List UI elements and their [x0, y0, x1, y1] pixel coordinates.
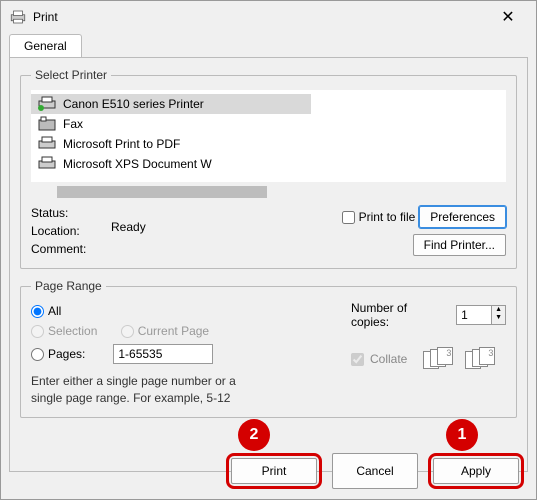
print-to-file-label[interactable]: Print to file [342, 210, 416, 224]
fax-icon [37, 116, 59, 132]
radio-all-label: All [48, 304, 61, 318]
collate-row: Collate 123 123 [351, 347, 506, 371]
titlebar: Print ✕ [1, 1, 536, 33]
callout-1: 1 [446, 419, 478, 451]
highlight-apply: Apply [428, 453, 524, 489]
preferences-button[interactable]: Preferences [419, 206, 506, 228]
printer-label: Fax [63, 117, 83, 131]
print-to-file-row: Print to file Preferences [342, 206, 506, 228]
printer-item-xps[interactable]: Microsoft XPS Document W [31, 154, 311, 174]
location-label: Location: [31, 222, 111, 240]
radio-current-page-input [121, 325, 134, 338]
status-labels: Status: Location: Comment: [31, 204, 111, 258]
printer-icon [37, 136, 59, 152]
print-to-file-text: Print to file [359, 210, 416, 224]
printer-item-pdf[interactable]: Microsoft Print to PDF [31, 134, 311, 154]
status-right: Print to file Preferences Find Printer..… [342, 206, 506, 256]
radio-selection-input [31, 325, 44, 338]
print-button[interactable]: Print [231, 458, 317, 484]
tab-general[interactable]: General [9, 34, 82, 58]
radio-current-page-label: Current Page [138, 324, 209, 338]
select-printer-legend: Select Printer [31, 68, 111, 82]
page-range-left: All Selection Current Page Pages: [31, 301, 341, 407]
page-range-hint: Enter either a single page number or a s… [31, 373, 251, 407]
spinner-up[interactable]: ▲ [492, 306, 505, 314]
page-range-legend: Page Range [31, 279, 106, 293]
find-printer-button[interactable]: Find Printer... [413, 234, 506, 256]
scrollbar-thumb[interactable] [57, 186, 267, 198]
print-to-file-checkbox[interactable] [342, 211, 355, 224]
highlight-print: Print [226, 453, 322, 489]
copies-spinner[interactable]: ▲ ▼ [456, 305, 506, 325]
printer-label: Microsoft Print to PDF [63, 137, 180, 151]
status-label: Status: [31, 204, 111, 222]
comment-label: Comment: [31, 240, 111, 258]
radio-all[interactable]: All [31, 301, 341, 321]
callout-2: 2 [238, 419, 270, 451]
status-values: Ready [111, 218, 211, 244]
window-title: Print [33, 10, 488, 24]
radio-selection-label: Selection [48, 324, 97, 338]
page-range-group: Page Range All Selection Current Page [20, 279, 517, 418]
copies-area: Number of copies: ▲ ▼ Collate 123 [341, 301, 506, 407]
printer-list-scrollbar[interactable] [31, 186, 506, 198]
printer-icon [37, 156, 59, 172]
cancel-button[interactable]: Cancel [332, 453, 418, 489]
general-panel: Select Printer Canon E510 series Printer… [9, 57, 528, 472]
select-printer-group: Select Printer Canon E510 series Printer… [20, 68, 517, 269]
radio-all-input[interactable] [31, 305, 44, 318]
spinner-arrows: ▲ ▼ [492, 305, 506, 325]
radio-pages[interactable]: Pages: [31, 341, 341, 367]
radio-current-page: Current Page [121, 321, 209, 341]
printer-item-canon[interactable]: Canon E510 series Printer [31, 94, 311, 114]
collate-checkbox [351, 353, 364, 366]
apply-button[interactable]: Apply [433, 458, 519, 484]
printer-icon [37, 96, 59, 112]
copies-label: Number of copies: [351, 301, 448, 329]
radio-selection: Selection [31, 321, 97, 341]
radio-pages-label: Pages: [48, 347, 85, 361]
printer-list[interactable]: Canon E510 series Printer Fax Microsoft … [31, 90, 506, 182]
spinner-down[interactable]: ▼ [492, 314, 505, 322]
status-value: Ready [111, 218, 211, 236]
tab-strip: General [1, 33, 536, 57]
status-row: Status: Location: Comment: Ready Print t… [31, 204, 506, 258]
printer-label: Canon E510 series Printer [63, 97, 204, 111]
comment-value [111, 240, 211, 244]
printer-label: Microsoft XPS Document W [63, 157, 212, 171]
collate-label: Collate [370, 352, 407, 366]
pages-input[interactable] [113, 344, 213, 364]
printer-icon [9, 10, 27, 24]
close-button[interactable]: ✕ [488, 7, 528, 27]
collate-icons: 123 123 [423, 347, 499, 371]
copies-row: Number of copies: ▲ ▼ [351, 301, 506, 329]
collate-stack-icon: 123 [465, 347, 499, 371]
collate-stack-icon: 123 [423, 347, 457, 371]
dialog-buttons: Print Cancel Apply [226, 453, 524, 489]
radio-pages-input[interactable] [31, 348, 44, 361]
printer-item-fax[interactable]: Fax [31, 114, 311, 134]
copies-input[interactable] [456, 305, 492, 325]
